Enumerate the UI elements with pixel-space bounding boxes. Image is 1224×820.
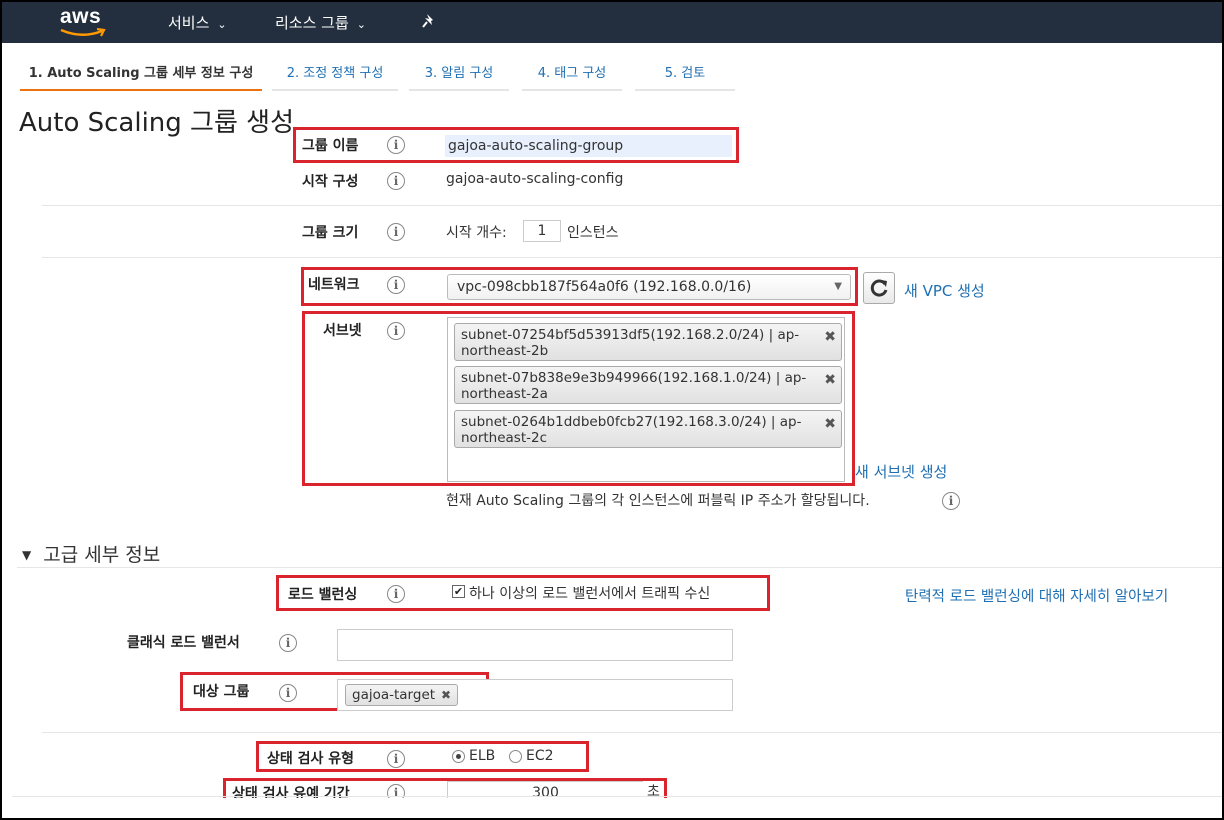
radio-ec2-label: EC2 bbox=[526, 748, 554, 764]
info-icon[interactable]: i bbox=[279, 684, 297, 702]
subnet-multiselect[interactable]: subnet-07254bf5d53913df5(192.168.2.0/24)… bbox=[447, 317, 845, 482]
tab-tags[interactable]: 4. 태그 구성 bbox=[522, 62, 622, 91]
divider bbox=[12, 796, 1222, 797]
aws-logo-text: aws bbox=[60, 5, 102, 28]
info-icon[interactable]: i bbox=[387, 750, 405, 768]
info-icon[interactable]: i bbox=[942, 492, 960, 510]
aws-smile-icon bbox=[60, 28, 106, 37]
load-balancing-label: 로드 밸런싱 bbox=[288, 587, 358, 603]
learn-more-elb-link[interactable]: 탄력적 로드 밸런싱에 대해 자세히 알아보기 bbox=[905, 585, 1168, 606]
info-icon[interactable]: i bbox=[387, 585, 405, 603]
classic-lb-label: 클래식 로드 밸런서 bbox=[127, 635, 240, 651]
close-icon[interactable]: ✖ bbox=[441, 688, 451, 702]
classic-lb-input[interactable] bbox=[337, 629, 733, 661]
subnet-tag-line1: subnet-0264b1ddbeb0fcb27(192.168.3.0/24)… bbox=[461, 414, 802, 430]
advanced-details-toggle[interactable]: ▼ 고급 세부 정보 bbox=[22, 540, 160, 567]
divider bbox=[17, 567, 1222, 568]
caret-down-icon: ▼ bbox=[834, 281, 842, 292]
info-icon[interactable]: i bbox=[387, 223, 405, 241]
subnet-tag-line1: subnet-07b838e9e3b949966(192.168.1.0/24)… bbox=[461, 370, 807, 386]
subnet-tag: subnet-0264b1ddbeb0fcb27(192.168.3.0/24)… bbox=[454, 410, 842, 448]
subnet-tag: subnet-07b838e9e3b949966(192.168.1.0/24)… bbox=[454, 366, 842, 404]
subnet-tag-line2: northeast-2c bbox=[461, 430, 548, 446]
group-name-input[interactable]: gajoa-auto-scaling-group bbox=[445, 135, 732, 157]
info-icon[interactable]: i bbox=[279, 634, 297, 652]
divider bbox=[42, 732, 1222, 733]
divider bbox=[42, 257, 1222, 258]
load-balancing-checkbox-label: 하나 이상의 로드 밸런서에서 트래픽 수신 bbox=[469, 586, 711, 602]
info-icon[interactable]: i bbox=[387, 276, 405, 294]
aws-logo[interactable]: aws bbox=[58, 5, 110, 39]
close-icon[interactable]: ✖ bbox=[824, 372, 836, 388]
refresh-icon bbox=[870, 279, 888, 297]
subnet-tag-line2: northeast-2b bbox=[461, 343, 549, 359]
subnet-tag-line2: northeast-2a bbox=[461, 386, 548, 402]
tab-group-details[interactable]: 1. Auto Scaling 그룹 세부 정보 구성 bbox=[20, 62, 262, 91]
launch-config-label: 시작 구성 bbox=[302, 174, 359, 190]
group-size-label: 그룹 크기 bbox=[302, 225, 359, 241]
chevron-down-icon: ⌄ bbox=[217, 18, 227, 31]
close-icon[interactable]: ✖ bbox=[824, 329, 836, 345]
tab-notifications[interactable]: 3. 알림 구성 bbox=[409, 62, 509, 91]
target-group-chip: gajoa-target ✖ bbox=[345, 684, 459, 706]
info-icon[interactable]: i bbox=[387, 136, 405, 154]
group-size-suffix: 인스턴스 bbox=[567, 225, 619, 241]
group-size-prefix: 시작 개수: bbox=[446, 225, 507, 241]
pin-icon[interactable] bbox=[420, 12, 438, 30]
resource-groups-menu[interactable]: 리소스 그룹 ⌄ bbox=[275, 12, 366, 33]
divider bbox=[42, 205, 1222, 206]
page-bottom-mask bbox=[2, 798, 1222, 818]
target-group-label: 대상 그룹 bbox=[193, 684, 250, 700]
radio-elb[interactable] bbox=[452, 750, 465, 763]
refresh-button[interactable] bbox=[863, 272, 895, 304]
triangle-down-icon: ▼ bbox=[22, 548, 32, 562]
network-select[interactable]: vpc-098cbb187f564a0f6 (192.168.0.0/16) ▼ bbox=[447, 274, 851, 300]
page-title: Auto Scaling 그룹 생성 bbox=[19, 108, 295, 138]
subnet-label: 서브넷 bbox=[323, 323, 362, 339]
health-check-type-label: 상태 검사 유형 bbox=[267, 751, 355, 767]
services-menu-label: 서비스 bbox=[168, 14, 210, 32]
advanced-details-title: 고급 세부 정보 bbox=[43, 544, 161, 566]
subnet-tag-line1: subnet-07254bf5d53913df5(192.168.2.0/24)… bbox=[461, 327, 800, 343]
launch-config-value: gajoa-auto-scaling-config bbox=[446, 171, 624, 187]
tab-review[interactable]: 5. 검토 bbox=[635, 62, 735, 91]
instance-count-input[interactable]: 1 bbox=[523, 220, 561, 242]
info-icon[interactable]: i bbox=[387, 172, 405, 190]
top-navbar: aws 서비스 ⌄ 리소스 그룹 ⌄ bbox=[2, 2, 1222, 43]
load-balancing-checkbox[interactable]: ✔ bbox=[452, 585, 465, 598]
chevron-down-icon: ⌄ bbox=[356, 18, 366, 31]
network-label: 네트워크 bbox=[308, 277, 360, 293]
subnet-tag: subnet-07254bf5d53913df5(192.168.2.0/24)… bbox=[454, 323, 842, 361]
services-menu[interactable]: 서비스 ⌄ bbox=[168, 12, 227, 33]
radio-elb-label: ELB bbox=[469, 748, 496, 764]
tab-scaling-policy[interactable]: 2. 조정 정책 구성 bbox=[272, 62, 398, 91]
target-group-chip-label: gajoa-target bbox=[352, 687, 436, 703]
new-subnet-link[interactable]: 새 서브넷 생성 bbox=[855, 461, 947, 482]
resource-groups-menu-label: 리소스 그룹 bbox=[275, 14, 349, 32]
info-icon[interactable]: i bbox=[387, 322, 405, 340]
network-select-value: vpc-098cbb187f564a0f6 (192.168.0.0/16) bbox=[457, 279, 752, 295]
group-name-label: 그룹 이름 bbox=[302, 138, 359, 154]
close-icon[interactable]: ✖ bbox=[824, 416, 836, 432]
public-ip-note: 현재 Auto Scaling 그룹의 각 인스턴스에 퍼블릭 IP 주소가 할… bbox=[446, 493, 870, 509]
radio-ec2[interactable] bbox=[509, 750, 522, 763]
new-vpc-link[interactable]: 새 VPC 생성 bbox=[904, 280, 985, 301]
